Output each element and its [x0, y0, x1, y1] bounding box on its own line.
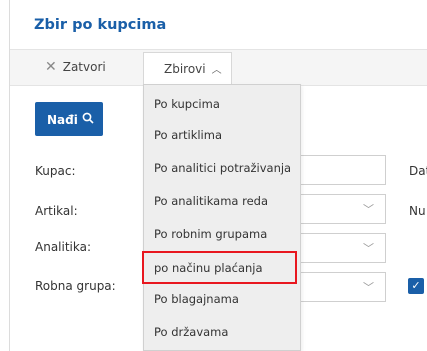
customer-label: Kupac: — [35, 164, 76, 178]
menu-item-by-product-groups[interactable]: Po robnim grupama — [154, 227, 267, 241]
item-label: Artikal: — [35, 204, 78, 218]
page-title: Zbir po kupcima — [34, 17, 167, 33]
analytics-label: Analitika: — [35, 240, 92, 254]
chevron-up-icon: ︿ — [211, 65, 222, 76]
close-label: Zatvori — [62, 60, 106, 74]
product-group-label: Robna grupa: — [35, 279, 116, 293]
date-label: Dat — [409, 164, 427, 178]
menu-item-by-receivable-analytics[interactable]: Po analitici potraživanja — [154, 161, 291, 175]
menu-item-by-cash-registers[interactable]: Po blagajnama — [154, 292, 239, 306]
toolbar: ✕ Zatvori Zbirovi ︿ — [10, 49, 427, 86]
find-button[interactable]: Nađi — [35, 102, 103, 136]
chevron-down-icon: ﹀ — [363, 242, 374, 255]
menu-item-by-items[interactable]: Po artiklima — [154, 128, 222, 142]
search-icon — [82, 112, 94, 127]
find-label: Nađi — [47, 113, 78, 127]
close-button[interactable]: ✕ Zatvori — [45, 59, 106, 75]
summaries-label: Zbirovi — [164, 62, 206, 76]
menu-item-by-customers[interactable]: Po kupcima — [154, 97, 220, 111]
close-icon: ✕ — [45, 59, 57, 75]
chevron-down-icon: ﹀ — [363, 281, 374, 294]
highlight-frame — [142, 251, 297, 284]
chevron-down-icon: ﹀ — [363, 203, 374, 216]
summaries-dropdown-menu: Po kupcima Po artiklima Po analitici pot… — [143, 84, 301, 351]
number-label: Nu — [409, 204, 426, 218]
menu-item-by-row-analytics[interactable]: Po analitikama reda — [154, 194, 268, 208]
menu-item-by-countries[interactable]: Po državama — [154, 325, 228, 339]
checkbox-checked[interactable]: ✓ — [408, 278, 424, 294]
summaries-dropdown-button[interactable]: Zbirovi ︿ — [143, 52, 232, 85]
